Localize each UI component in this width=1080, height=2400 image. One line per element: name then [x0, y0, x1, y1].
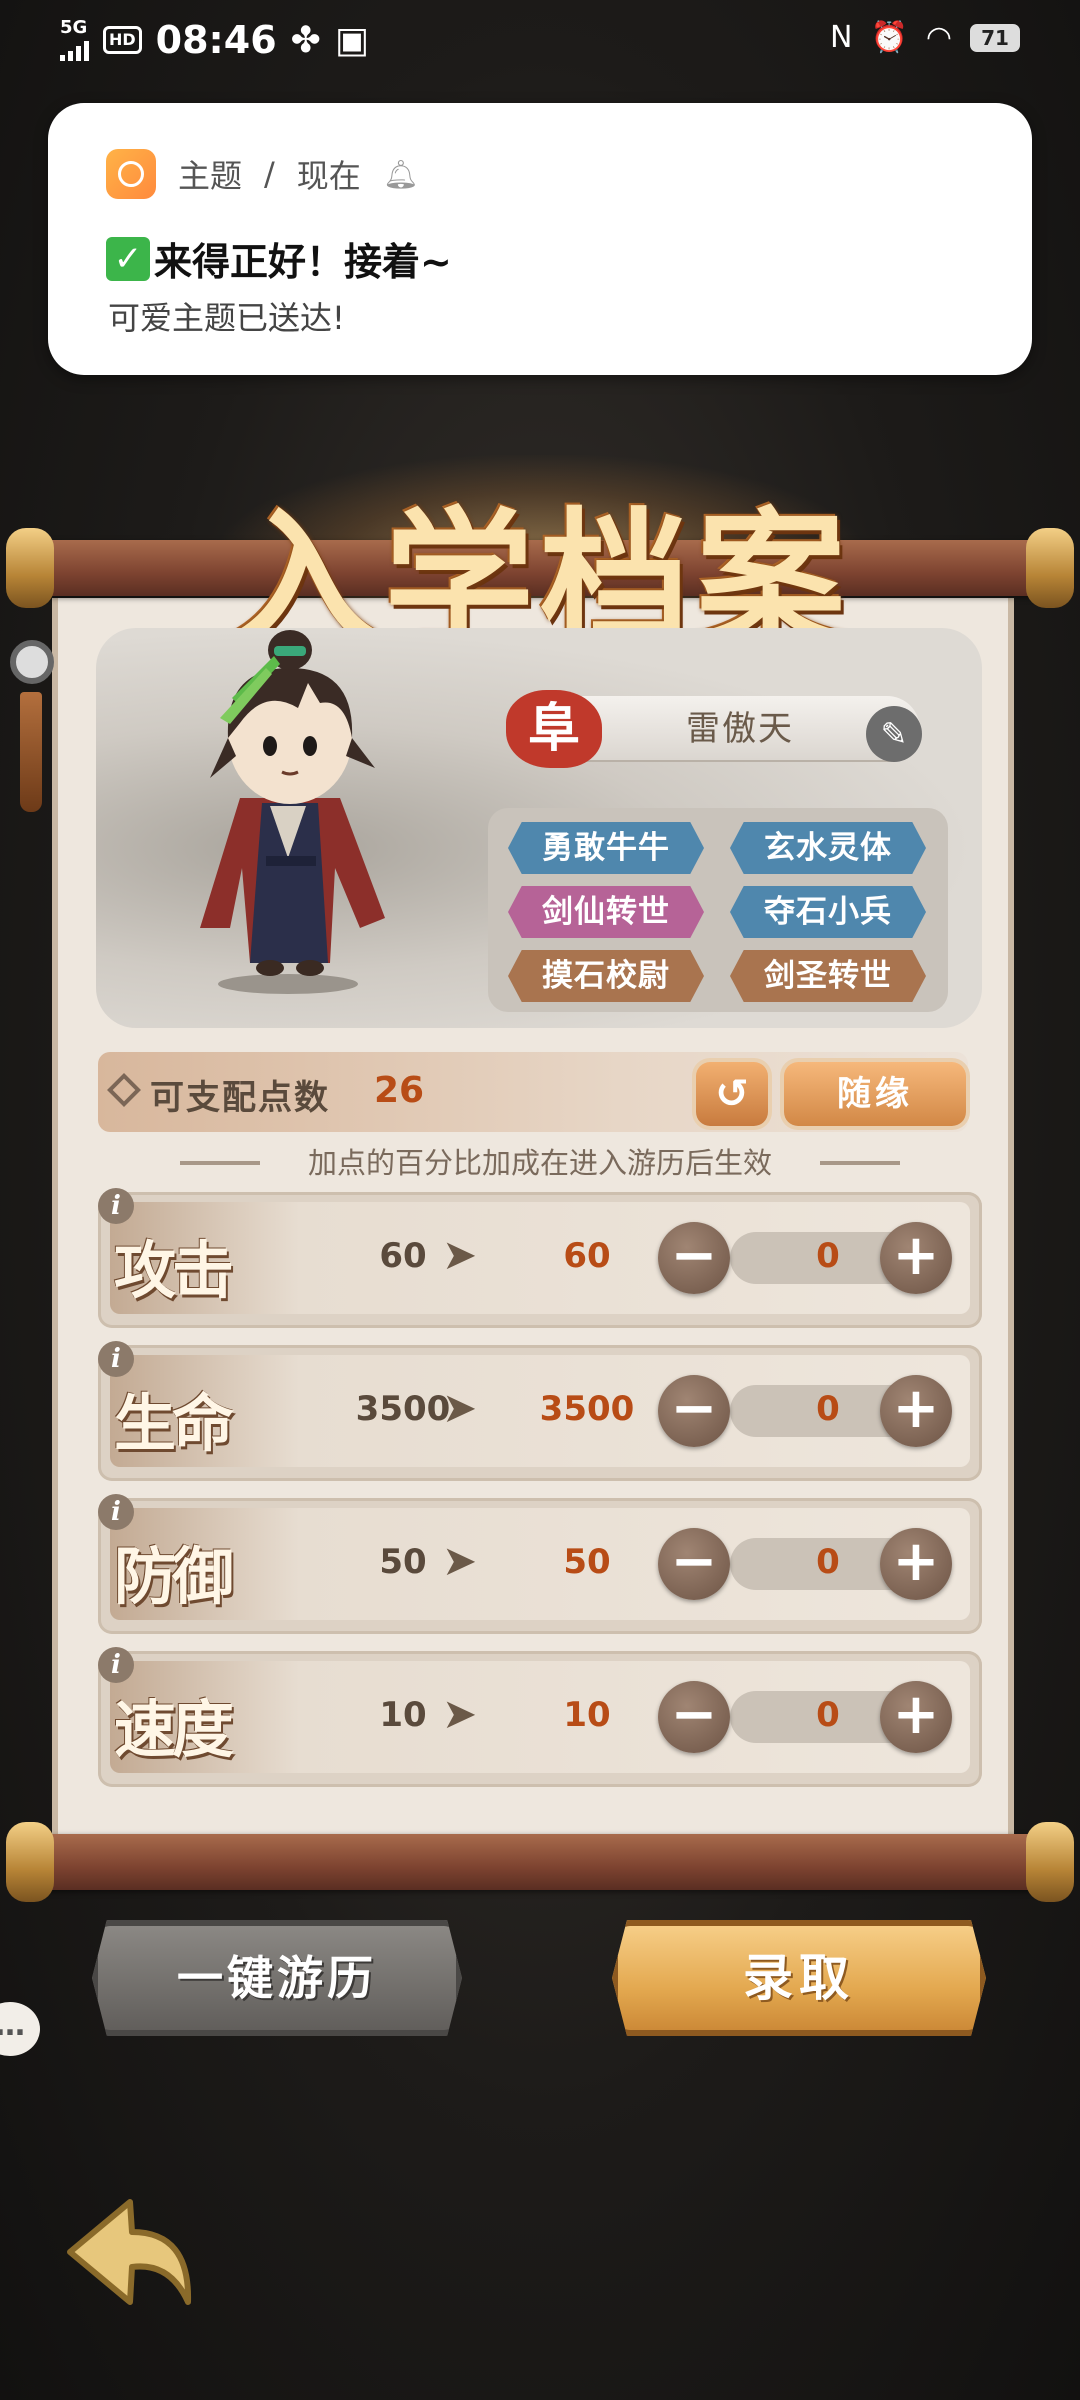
- increase-button[interactable]: +: [880, 1681, 952, 1753]
- battery-icon: 71: [970, 23, 1020, 52]
- notification-time: 现在: [296, 157, 361, 195]
- increase-button[interactable]: +: [880, 1375, 952, 1447]
- notification-separator: /: [264, 155, 275, 193]
- network-type: 5G: [60, 17, 88, 38]
- character-avatar: [200, 630, 385, 994]
- arrow-right-icon: ➤: [442, 1536, 478, 1585]
- enroll-button[interactable]: 录取: [612, 1920, 986, 2036]
- points-label: 可支配点数: [150, 1078, 330, 1118]
- stat-new-value: 10: [563, 1695, 611, 1735]
- stat-allocated-count: 0: [816, 1236, 840, 1276]
- check-mark-icon: ✓: [106, 236, 150, 281]
- arrow-right-icon: ➤: [442, 1230, 478, 1279]
- scroll-bottom-rod: [6, 1822, 1074, 1902]
- info-icon[interactable]: i: [98, 1647, 134, 1683]
- clock: 08:46: [155, 18, 277, 62]
- nfc-icon: Ν: [830, 20, 853, 55]
- app-notification-icon: ▣: [334, 19, 369, 61]
- notification-card[interactable]: 主题 / 现在 🔔︎ ✓ 来得正好！接着~ 可爱主题已送达!: [48, 103, 1032, 375]
- stat-name: 防御: [114, 1540, 234, 1613]
- random-allocate-button[interactable]: 随缘: [784, 1062, 966, 1126]
- stat-new-value: 50: [563, 1542, 611, 1582]
- chat-bubble-icon[interactable]: …: [0, 2002, 40, 2056]
- notification-body: 可爱主题已送达!: [108, 299, 345, 337]
- stat-allocated-count: 0: [816, 1542, 840, 1582]
- stat-row-speed: i 速度 10 ➤ 10 − 0 +: [98, 1647, 982, 1787]
- stat-new-value: 60: [563, 1236, 611, 1276]
- stat-new-value: 3500: [539, 1389, 635, 1429]
- back-arrow-icon[interactable]: [60, 2192, 200, 2322]
- decrease-button[interactable]: −: [658, 1528, 730, 1600]
- trait-tag[interactable]: 剑圣转世: [730, 950, 926, 1002]
- increase-button[interactable]: +: [880, 1222, 952, 1294]
- character-name: 雷傲天: [686, 709, 794, 749]
- tassel-decoration: [6, 640, 54, 812]
- notification-app-name: 主题: [178, 157, 243, 195]
- stat-allocated-count: 0: [816, 1389, 840, 1429]
- stat-name: 速度: [114, 1693, 234, 1766]
- one-click-travel-button[interactable]: 一键游历: [92, 1920, 462, 2036]
- rank-seal: 阜: [506, 690, 602, 768]
- trait-tag[interactable]: 夺石小兵: [730, 886, 926, 938]
- points-value: 26: [374, 1070, 425, 1111]
- status-bar: 5G HD 08:46 ✤ ▣ Ν ⏰ ◠ 71: [0, 0, 1080, 80]
- trait-tags: 勇敢牛牛 玄水灵体 剑仙转世 夺石小兵 摸石校尉 剑圣转世: [488, 808, 948, 1012]
- bell-icon: 🔔︎: [382, 157, 419, 191]
- signal-indicator: 5G: [60, 19, 89, 61]
- decrease-button[interactable]: −: [658, 1222, 730, 1294]
- alarm-icon: ⏰: [870, 20, 908, 55]
- info-icon[interactable]: i: [98, 1341, 134, 1377]
- reset-points-button[interactable]: ↺: [696, 1062, 768, 1126]
- rename-brush-button[interactable]: ✎: [866, 706, 922, 762]
- points-hint: 加点的百分比加成在进入游历后生效: [307, 1146, 772, 1180]
- stat-row-health: i 生命 3500 ➤ 3500 − 0 +: [98, 1341, 982, 1481]
- stat-name: 攻击: [114, 1234, 234, 1307]
- arrow-right-icon: ➤: [442, 1689, 478, 1738]
- trait-tag[interactable]: 剑仙转世: [508, 886, 704, 938]
- theme-app-icon: [106, 149, 156, 199]
- signal-icon: [60, 37, 89, 61]
- stat-row-defense: i 防御 50 ➤ 50 − 0 +: [98, 1494, 982, 1634]
- info-icon[interactable]: i: [98, 1188, 134, 1224]
- stat-allocated-count: 0: [816, 1695, 840, 1735]
- info-icon[interactable]: i: [98, 1494, 134, 1530]
- pinwheel-icon: ✤: [290, 19, 321, 61]
- stat-row-attack: i 攻击 60 ➤ 60 − 0 +: [98, 1188, 982, 1328]
- arrow-right-icon: ➤: [442, 1383, 478, 1432]
- decrease-button[interactable]: −: [658, 1681, 730, 1753]
- stat-name: 生命: [114, 1387, 234, 1460]
- trait-tag[interactable]: 玄水灵体: [730, 822, 926, 874]
- increase-button[interactable]: +: [880, 1528, 952, 1600]
- trait-tag[interactable]: 摸石校尉: [508, 950, 704, 1002]
- undo-icon: ↺: [715, 1071, 749, 1117]
- notification-title: 来得正好！接着~: [154, 240, 452, 284]
- decrease-button[interactable]: −: [658, 1375, 730, 1447]
- hd-icon: HD: [103, 26, 142, 54]
- trait-tag[interactable]: 勇敢牛牛: [508, 822, 704, 874]
- wifi-icon: ◠: [925, 20, 952, 55]
